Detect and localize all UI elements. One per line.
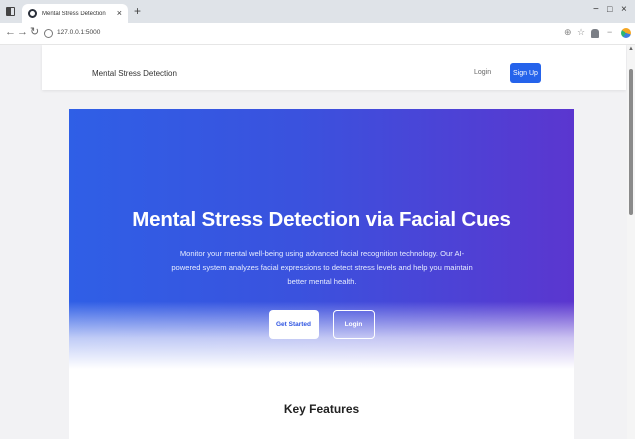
browser-tab-strip: Mental Stress Detection × + − □ × bbox=[0, 0, 635, 23]
tab-strip-icon[interactable] bbox=[6, 7, 15, 16]
reload-button[interactable]: ↻ bbox=[30, 27, 39, 38]
scroll-up-icon[interactable]: ▲ bbox=[628, 46, 634, 52]
hero-description: Monitor your mental well-being using adv… bbox=[171, 249, 473, 286]
extensions-icon[interactable] bbox=[591, 29, 599, 38]
tab-title: Mental Stress Detection bbox=[42, 10, 106, 17]
window-minimize-button[interactable]: − bbox=[593, 5, 599, 15]
forward-button[interactable]: → bbox=[17, 27, 28, 38]
edge-icon[interactable] bbox=[621, 28, 631, 38]
new-tab-button[interactable]: + bbox=[134, 5, 141, 17]
info-icon[interactable] bbox=[44, 29, 53, 38]
features-title: Key Features bbox=[283, 402, 360, 416]
address-bar: ← → ↻ 127.0.0.1:5000 ⊕ ☆ − bbox=[0, 23, 635, 45]
page-viewport: Mental Stress Detection Login Sign Up Me… bbox=[0, 45, 635, 439]
login-link[interactable]: Login bbox=[474, 69, 491, 76]
brand-link[interactable]: Mental Stress Detection bbox=[92, 69, 177, 78]
window-maximize-button[interactable]: □ bbox=[607, 5, 612, 14]
hero-login-button[interactable]: Login bbox=[332, 310, 375, 339]
minimize-icon[interactable]: − bbox=[607, 28, 612, 37]
hero-section: Mental Stress Detection via Facial Cues … bbox=[69, 109, 574, 369]
url-field[interactable]: 127.0.0.1:5000 bbox=[57, 29, 100, 36]
browser-tab[interactable]: Mental Stress Detection × bbox=[22, 4, 128, 23]
tab-close-icon[interactable]: × bbox=[117, 9, 122, 18]
page-scrollbar[interactable]: ▲ bbox=[627, 45, 635, 439]
hero-title: Mental Stress Detection via Facial Cues bbox=[132, 208, 511, 231]
zoom-icon[interactable]: ⊕ bbox=[564, 28, 572, 37]
signup-button[interactable]: Sign Up bbox=[510, 63, 541, 83]
scrollbar-thumb[interactable] bbox=[629, 69, 633, 215]
window-close-button[interactable]: × bbox=[621, 5, 627, 15]
site-navbar: Mental Stress Detection Login Sign Up bbox=[42, 45, 626, 90]
star-icon[interactable]: ☆ bbox=[577, 28, 585, 37]
favicon-icon bbox=[28, 9, 37, 18]
hero-actions: Get Started Login bbox=[69, 310, 574, 339]
features-section: Key Features bbox=[69, 369, 574, 439]
back-button[interactable]: ← bbox=[5, 27, 16, 38]
get-started-button[interactable]: Get Started bbox=[268, 310, 319, 339]
